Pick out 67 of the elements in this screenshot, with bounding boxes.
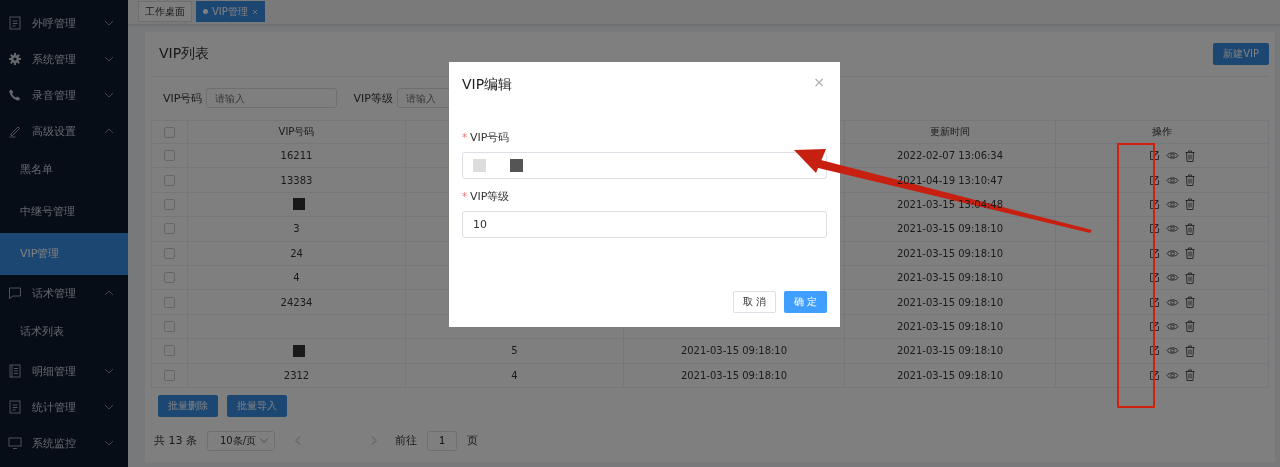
sidebar-item[interactable]: 系统管理 xyxy=(0,41,128,77)
sidebar-subitem[interactable]: 话术列表 xyxy=(0,311,128,353)
sidebar-label: 录音管理 xyxy=(32,87,77,103)
page-title: VIP列表 xyxy=(159,45,210,63)
table-cell: 13383 xyxy=(280,174,313,186)
field-label: VIP等级 xyxy=(470,188,510,204)
table-cell: 2021-03-15 09:18:10 xyxy=(896,296,1004,308)
page-size-select[interactable]: 10条/页 xyxy=(207,430,275,451)
table-cell: 5 xyxy=(511,345,518,357)
new-vip-button[interactable]: 新建VIP xyxy=(1213,43,1269,65)
column-header: 操作 xyxy=(1152,125,1172,139)
table-cell: 2022-02-07 13:06:34 xyxy=(896,150,1004,162)
table-cell: 24234 xyxy=(280,296,313,308)
required-mark: * xyxy=(462,190,467,202)
sidebar-subitem[interactable]: VIP管理 xyxy=(0,233,128,275)
cancel-button[interactable]: 取 消 xyxy=(732,291,776,313)
sidebar-label: 系统管理 xyxy=(32,51,77,67)
table-cell: 2021-03-15 09:18:10 xyxy=(680,369,788,381)
field-label: VIP号码 xyxy=(470,129,510,145)
sidebar-item[interactable]: 高级设置 xyxy=(0,113,128,149)
goto-label: 前往 xyxy=(395,433,417,449)
table-cell: 2021-03-15 09:18:10 xyxy=(680,345,788,357)
filter-label: VIP号码 xyxy=(163,90,203,106)
confirm-button[interactable]: 确 定 xyxy=(783,291,827,313)
column-header: 更新时间 xyxy=(930,125,970,139)
sidebar-subitem[interactable]: 黑名单 xyxy=(0,149,128,191)
tab[interactable]: VIP管理 xyxy=(196,1,265,22)
input-field[interactable]: 10 xyxy=(462,211,827,238)
table-cell: 4 xyxy=(511,369,518,381)
table-cell: 3 xyxy=(293,223,300,235)
page-suffix: 页 xyxy=(467,433,478,449)
total-count: 共 13 条 xyxy=(154,433,197,449)
input-field[interactable]: 请输入 xyxy=(206,88,338,108)
table-cell: 16211 xyxy=(280,150,313,162)
table-cell: 2021-03-15 13:04:48 xyxy=(896,198,1004,210)
table-cell: 2021-03-15 09:18:10 xyxy=(896,369,1004,381)
sidebar-label: 统计管理 xyxy=(32,399,77,415)
sidebar-label: 明细管理 xyxy=(32,363,77,379)
page-number-field[interactable]: 1 xyxy=(427,430,457,451)
table-cell: 2021-04-19 13:10:47 xyxy=(896,174,1004,186)
bulk-button[interactable]: 批量删除 xyxy=(158,394,218,417)
sidebar-item[interactable]: 录音管理 xyxy=(0,77,128,113)
sidebar-item[interactable]: 话术管理 xyxy=(0,275,128,311)
sidebar-item[interactable]: 统计管理 xyxy=(0,389,128,425)
close-button[interactable]: × xyxy=(811,76,827,88)
table-cell: 2021-03-15 09:18:10 xyxy=(896,223,1004,235)
table-cell: 2021-03-15 09:18:10 xyxy=(896,272,1004,284)
table-cell: 2021-03-15 09:18:10 xyxy=(896,345,1004,357)
table-cell: 2312 xyxy=(283,369,310,381)
column-header: VIP号码 xyxy=(278,125,315,139)
dialog-title: VIP编辑 xyxy=(462,76,513,94)
table-cell: 4 xyxy=(293,272,300,284)
sidebar-item[interactable]: 系统监控 xyxy=(0,425,128,461)
sidebar-label: 高级设置 xyxy=(32,123,77,139)
tab[interactable]: 工作桌面 xyxy=(138,1,192,22)
table-cell: 24 xyxy=(290,247,303,259)
sidebar-subitem[interactable]: 中继号管理 xyxy=(0,191,128,233)
sidebar-item[interactable]: 明细管理 xyxy=(0,353,128,389)
required-mark: * xyxy=(462,131,467,143)
table-cell: 2021-03-15 09:18:10 xyxy=(896,320,1004,332)
sidebar-item[interactable]: 外呼管理 xyxy=(0,5,128,41)
sidebar-label: 系统监控 xyxy=(32,435,77,451)
sidebar-label: 话术管理 xyxy=(32,285,77,301)
sidebar-label: 外呼管理 xyxy=(32,15,77,31)
table-cell: 2021-03-15 09:18:10 xyxy=(896,247,1004,259)
bulk-button[interactable]: 批量导入 xyxy=(227,394,287,417)
filter-label: VIP等级 xyxy=(353,90,393,106)
